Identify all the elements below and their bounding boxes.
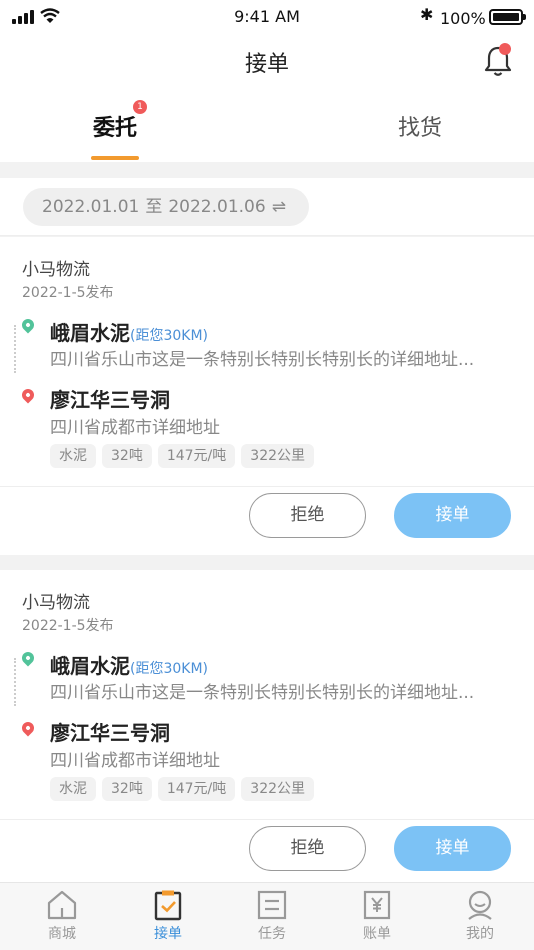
origin-pin-icon [19, 316, 37, 334]
bluetooth-icon: ✱ [420, 5, 434, 24]
notification-dot [499, 43, 511, 55]
tab-bar-label: 我的 [466, 926, 494, 942]
tag-cargo: 水泥 [50, 444, 96, 468]
destination-pin-icon [19, 386, 37, 404]
date-filter-section: 2022.01.01 至 2022.01.06 ⇌ [0, 178, 534, 236]
tab-bar-bills[interactable]: 账单 [324, 883, 430, 950]
tab-strip: 委托 1 找货 [0, 90, 534, 162]
order-card: 小马物流 2022-1-5发布 峨眉水泥(距您30KM) 四川省乐山市这是一条特… [0, 570, 534, 882]
date-start: 2022.01.01 [42, 197, 140, 217]
company-name: 小马物流 [22, 593, 90, 613]
origin-address: 四川省乐山市这是一条特别长特别长特别长的详细地址... [50, 350, 475, 370]
tag-weight: 32吨 [102, 777, 152, 801]
tab-entrust[interactable]: 委托 [15, 110, 215, 142]
publish-date: 2022-1-5发布 [22, 618, 114, 634]
tab-bar-label: 账单 [363, 926, 391, 942]
date-range-picker[interactable]: 2022.01.01 至 2022.01.06 ⇌ [23, 188, 309, 226]
publish-date: 2022-1-5发布 [22, 285, 114, 301]
tab-bar-me[interactable]: 我的 [427, 883, 533, 950]
tab-bar-label: 接单 [154, 926, 182, 942]
accept-button[interactable]: 接单 [394, 826, 511, 871]
tag-price: 147元/吨 [157, 444, 236, 468]
swap-icon: ⇌ [271, 197, 286, 217]
bottom-tab-bar: 商城 接单 任务 账单 我的 [0, 882, 534, 950]
reject-button[interactable]: 拒绝 [249, 826, 366, 871]
tab-badge: 1 [133, 100, 147, 114]
destination-name: 廖江华三号洞 [50, 721, 170, 745]
home-icon [47, 890, 77, 920]
nav-bar: 接单 [0, 34, 534, 90]
user-icon [468, 890, 492, 920]
battery-icon [489, 9, 526, 25]
tag-price: 147元/吨 [157, 777, 236, 801]
destination-address: 四川省成都市详细地址 [50, 751, 220, 771]
tab-find-goods[interactable]: 找货 [320, 110, 520, 142]
accept-button[interactable]: 接单 [394, 493, 511, 538]
page-title: 接单 [244, 52, 289, 77]
origin-name: 峨眉水泥(距您30KM) [50, 654, 208, 678]
origin-distance: (距您30KM) [130, 661, 208, 677]
task-list-icon [257, 890, 287, 920]
reject-button[interactable]: 拒绝 [249, 493, 366, 538]
tab-bar-label: 商城 [48, 926, 76, 942]
clipboard-check-icon [154, 890, 182, 921]
card-divider [0, 819, 534, 820]
destination-address: 四川省成都市详细地址 [50, 418, 220, 438]
origin-pin-icon [19, 649, 37, 667]
tab-bar-label: 任务 [258, 926, 286, 942]
route-line [14, 325, 16, 373]
tab-bar-orders[interactable]: 接单 [115, 883, 221, 950]
order-tags: 水泥 32吨 147元/吨 322公里 [50, 444, 315, 468]
tab-active-indicator [91, 156, 139, 160]
status-bar: 9:41 AM ✱ 100% [0, 0, 534, 34]
route-line [14, 658, 16, 706]
company-name: 小马物流 [22, 260, 90, 280]
bill-icon [363, 890, 391, 920]
battery-percent: 100% [440, 9, 486, 28]
tag-distance: 322公里 [241, 444, 315, 468]
destination-pin-icon [19, 719, 37, 737]
date-sep: 至 [145, 197, 163, 217]
card-divider [0, 486, 534, 487]
tag-distance: 322公里 [241, 777, 315, 801]
tag-weight: 32吨 [102, 444, 152, 468]
destination-name: 廖江华三号洞 [50, 388, 170, 412]
tab-bar-mall[interactable]: 商城 [9, 883, 115, 950]
origin-name: 峨眉水泥(距您30KM) [50, 321, 208, 345]
order-tags: 水泥 32吨 147元/吨 322公里 [50, 777, 315, 801]
notification-button[interactable] [482, 43, 514, 78]
date-end: 2022.01.06 [168, 197, 266, 217]
origin-address: 四川省乐山市这是一条特别长特别长特别长的详细地址... [50, 683, 475, 703]
origin-distance: (距您30KM) [130, 328, 208, 344]
tag-cargo: 水泥 [50, 777, 96, 801]
tab-bar-tasks[interactable]: 任务 [219, 883, 325, 950]
order-card: 小马物流 2022-1-5发布 峨眉水泥(距您30KM) 四川省乐山市这是一条特… [0, 237, 534, 555]
